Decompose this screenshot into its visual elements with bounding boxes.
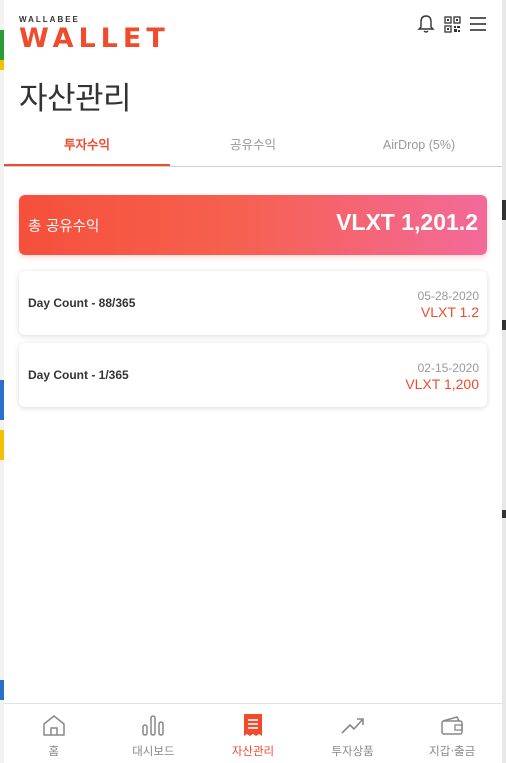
wallet-icon [438,712,466,738]
trending-up-icon [339,712,367,738]
nav-home[interactable]: 홈 [4,704,104,763]
nav-dashboard-label: 대시보드 [132,744,175,758]
tab-investment-income[interactable]: 투자수익 [4,127,170,166]
tab-shared-income[interactable]: 공유수익 [170,127,336,166]
logo-big-text: WALLET [19,23,170,54]
header-actions [416,13,488,35]
nav-asset-management[interactable]: 자산관리 [203,704,303,763]
item-amount: VLXT 1,200 [405,376,479,392]
background-window-right [502,0,506,763]
bell-icon[interactable] [416,13,436,35]
item-date: 02-15-2020 [417,361,479,375]
app-window: WALLABEE WALLET 자산관리 투자수익 공유수익 AirDrop (… [4,0,502,763]
total-value: VLXT 1,201.2 [336,209,478,235]
total-label: 총 공유수익 [28,219,100,235]
home-icon [40,712,68,738]
day-count-label: Day Count - 88/365 [28,296,136,310]
wallabee-wallet-logo[interactable]: WALLABEE WALLET [19,15,170,53]
day-count-label: Day Count - 1/365 [28,368,129,382]
nav-home-label: 홈 [48,744,60,758]
item-amount: VLXT 1.2 [420,304,479,320]
menu-icon[interactable] [468,13,488,35]
tab-bar: 투자수익 공유수익 AirDrop (5%) [4,127,502,167]
bottom-nav: 홈 대시보드 자산관리 투자상품 지갑·출금 [4,703,502,763]
nav-dashboard[interactable]: 대시보드 [104,704,204,763]
receipt-icon [239,712,267,738]
page-title: 자산관리 [19,81,132,117]
qr-code-icon[interactable] [442,13,462,35]
item-date: 05-28-2020 [417,289,479,303]
list-item[interactable]: Day Count - 88/365 05-28-2020 VLXT 1.2 [19,271,487,335]
total-shared-income-card: 총 공유수익 VLXT 1,201.2 [19,195,487,255]
nav-asset-management-label: 자산관리 [231,744,275,758]
nav-investment-products[interactable]: 투자상품 [303,704,403,763]
nav-wallet-withdraw-label: 지갑·출금 [429,744,476,758]
nav-wallet-withdraw[interactable]: 지갑·출금 [402,704,502,763]
bar-chart-icon [139,712,167,738]
tab-airdrop[interactable]: AirDrop (5%) [336,127,502,166]
app-header: WALLABEE WALLET [4,0,502,60]
nav-investment-products-label: 투자상품 [331,744,374,758]
list-item[interactable]: Day Count - 1/365 02-15-2020 VLXT 1,200 [19,343,487,407]
